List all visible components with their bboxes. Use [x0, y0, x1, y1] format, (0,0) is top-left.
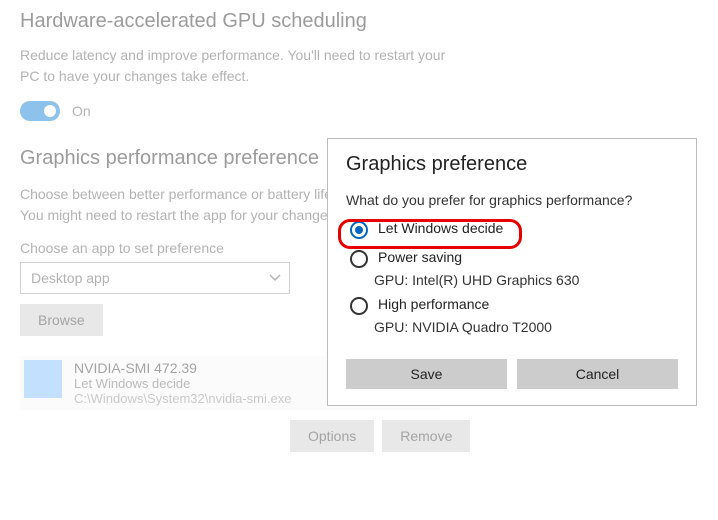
option-let-windows-decide[interactable]: Let Windows decide	[346, 218, 678, 241]
dialog-title: Graphics preference	[346, 153, 678, 176]
option-label: Let Windows decide	[378, 220, 503, 236]
option-label: High performance	[378, 296, 489, 312]
radio-icon	[350, 297, 368, 315]
dialog-question: What do you prefer for graphics performa…	[346, 192, 678, 208]
cancel-button[interactable]: Cancel	[517, 359, 678, 389]
option-sub-power: GPU: Intel(R) UHD Graphics 630	[374, 272, 678, 288]
graphics-preference-dialog: Graphics preference What do you prefer f…	[327, 138, 697, 406]
option-sub-high: GPU: NVIDIA Quadro T2000	[374, 319, 678, 335]
option-high-performance[interactable]: High performance	[346, 294, 678, 317]
dialog-buttons: Save Cancel	[346, 359, 678, 389]
radio-icon	[350, 221, 368, 239]
option-label: Power saving	[378, 249, 462, 265]
option-power-saving[interactable]: Power saving	[346, 247, 678, 270]
radio-icon	[350, 250, 368, 268]
save-button[interactable]: Save	[346, 359, 507, 389]
